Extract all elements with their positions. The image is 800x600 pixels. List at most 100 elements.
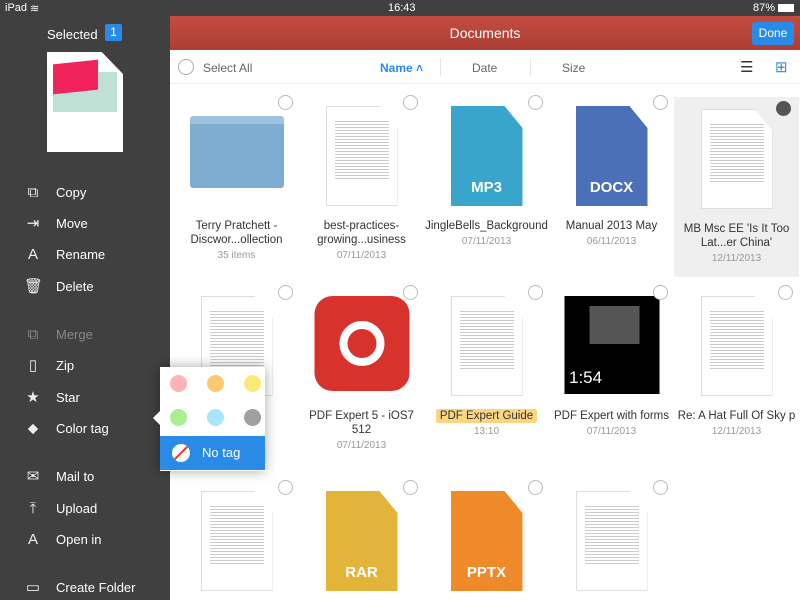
clock: 16:43 xyxy=(388,2,416,14)
document-thumbnail xyxy=(200,491,273,591)
file-name: Re: A Hat Full Of Sky p xyxy=(677,410,796,422)
battery-icon xyxy=(778,4,794,12)
file-meta: 12/11/2013 xyxy=(711,426,762,437)
sort-name-button[interactable]: Name ˄ xyxy=(380,61,423,75)
color-tag-swatch[interactable] xyxy=(170,409,187,426)
wifi-icon: ≋ xyxy=(30,3,40,15)
select-checkbox[interactable] xyxy=(653,285,668,300)
mail-icon: ✉ xyxy=(26,468,40,485)
header: Documents Done xyxy=(170,16,800,50)
selected-count-badge: 1 xyxy=(105,24,122,41)
upload-icon: ⤒ xyxy=(29,499,37,517)
file-item[interactable] xyxy=(174,479,299,595)
select-checkbox[interactable] xyxy=(778,285,793,300)
pdf-expert-app-icon xyxy=(314,296,409,391)
color-tag-swatch[interactable] xyxy=(207,375,224,392)
menu-item-label: Open in xyxy=(56,531,102,547)
document-thumbnail xyxy=(575,491,648,591)
select-checkbox[interactable] xyxy=(278,480,293,495)
menu-item-mail-to[interactable]: ✉ Mail to xyxy=(24,466,95,486)
select-all-label[interactable]: Select All xyxy=(203,61,252,75)
file-item[interactable]: PDF Expert 5 - iOS7 512 07/11/2013 xyxy=(299,284,424,464)
file-grid: Terry Pratchett - Discwor...ollection 35 … xyxy=(170,84,800,600)
select-checkbox[interactable] xyxy=(528,285,543,300)
menu-item-label: Mail to xyxy=(56,468,95,484)
file-name: JingleBells_Background xyxy=(425,220,548,232)
menu-item-copy[interactable]: ⧉ Copy xyxy=(24,182,87,202)
select-checkbox[interactable] xyxy=(776,101,791,116)
file-meta: 06/11/2013 xyxy=(586,236,637,247)
file-item[interactable]: PPTX xyxy=(424,479,549,595)
select-checkbox[interactable] xyxy=(403,285,418,300)
sort-size-button[interactable]: Size xyxy=(562,61,585,75)
document-thumbnail xyxy=(700,296,773,396)
chevron-up-icon: ˄ xyxy=(416,61,424,75)
select-checkbox[interactable] xyxy=(278,285,293,300)
done-button[interactable]: Done xyxy=(752,22,794,45)
file-item[interactable]: best-practices-growing...usiness 07/11/20… xyxy=(299,94,424,274)
select-checkbox[interactable] xyxy=(528,95,543,110)
select-checkbox[interactable] xyxy=(653,95,668,110)
menu-item-label: Zip xyxy=(56,357,75,373)
select-checkbox[interactable] xyxy=(528,480,543,495)
menu-item-zip[interactable]: ▯ Zip xyxy=(24,355,74,375)
menu-item-label: Upload xyxy=(56,500,98,516)
file-name: MB Msc EE 'Is It Too Lat...er China' xyxy=(683,223,790,249)
file-item[interactable]: 1:54 PDF Expert with forms 07/11/2013 xyxy=(549,284,674,464)
select-all-checkbox[interactable] xyxy=(178,59,194,75)
menu-item-open-in[interactable]: A Open in xyxy=(24,529,102,549)
select-checkbox[interactable] xyxy=(278,95,293,110)
file-item[interactable]: MB Msc EE 'Is It Too Lat...er China' 12/1… xyxy=(674,97,799,277)
file-meta: 07/11/2013 xyxy=(461,236,512,247)
menu-item-upload[interactable]: ⤒ Upload xyxy=(24,498,98,518)
selected-label: Selected xyxy=(47,27,98,42)
battery-percent: 87% xyxy=(753,2,776,14)
rename-icon: A xyxy=(27,245,38,263)
menu-item-rename[interactable]: A Rename xyxy=(24,244,105,264)
menu-item-move[interactable]: ⇥ Move xyxy=(24,213,88,233)
file-item[interactable]: Terry Pratchett - Discwor...ollection 35 … xyxy=(174,94,299,274)
file-name: PDF Expert 5 - iOS7 512 xyxy=(309,410,414,436)
page-title: Documents xyxy=(449,25,521,41)
file-item[interactable]: DOCX Manual 2013 May 06/11/2013 xyxy=(549,94,674,274)
docx-file-icon: DOCX xyxy=(575,106,648,206)
menu-item-create-folder[interactable]: ▭ Create Folder xyxy=(24,577,136,597)
color-tag-swatch[interactable] xyxy=(170,375,187,392)
menu-item-label: Merge xyxy=(56,326,93,342)
color-tag-swatch[interactable] xyxy=(244,375,261,392)
file-meta: 07/11/2013 xyxy=(336,250,387,261)
sort-date-button[interactable]: Date xyxy=(472,61,497,75)
grid-view-icon[interactable]: ⊞ xyxy=(775,58,788,76)
menu-item-label: Copy xyxy=(56,184,87,200)
select-checkbox[interactable] xyxy=(403,480,418,495)
file-item[interactable]: PDF Expert Guide 13:10 xyxy=(424,284,549,464)
status-bar: iPad ≋ 16:43 87% xyxy=(0,0,800,16)
file-name: Terry Pratchett - Discwor...ollection xyxy=(190,220,283,246)
color-tag-popover: No tag xyxy=(153,367,265,471)
color-tag-swatch[interactable] xyxy=(244,409,261,426)
file-item[interactable] xyxy=(549,479,674,595)
file-item[interactable]: Re: A Hat Full Of Sky p 12/11/2013 xyxy=(674,284,799,464)
file-name: best-practices-growing...usiness xyxy=(317,220,406,246)
pptx-file-icon: PPTX xyxy=(450,491,523,591)
select-checkbox[interactable] xyxy=(653,480,668,495)
file-meta: 35 items xyxy=(217,250,256,261)
list-view-icon[interactable]: ☰ xyxy=(740,58,753,76)
open-in-icon: A xyxy=(27,530,38,548)
no-tag-button[interactable]: No tag xyxy=(160,436,265,470)
no-tag-icon xyxy=(172,444,190,462)
file-item[interactable]: RAR xyxy=(299,479,424,595)
menu-item-color-tag[interactable]: ⬥ Color tag xyxy=(24,418,109,438)
sort-name-label: Name xyxy=(380,61,413,75)
folder-icon xyxy=(189,116,284,188)
star-icon: ★ xyxy=(26,389,40,406)
file-item[interactable]: MP3 JingleBells_Background 07/11/2013 xyxy=(424,94,549,274)
menu-item-delete[interactable]: 🗑 Delete xyxy=(24,276,94,296)
file-meta: 07/11/2013 xyxy=(336,440,387,451)
document-thumbnail xyxy=(700,109,773,209)
color-tag-swatch[interactable] xyxy=(207,409,224,426)
menu-item-label: Color tag xyxy=(56,420,109,436)
menu-item-star[interactable]: ★ Star xyxy=(24,387,80,407)
select-checkbox[interactable] xyxy=(403,95,418,110)
no-tag-label: No tag xyxy=(202,445,241,460)
